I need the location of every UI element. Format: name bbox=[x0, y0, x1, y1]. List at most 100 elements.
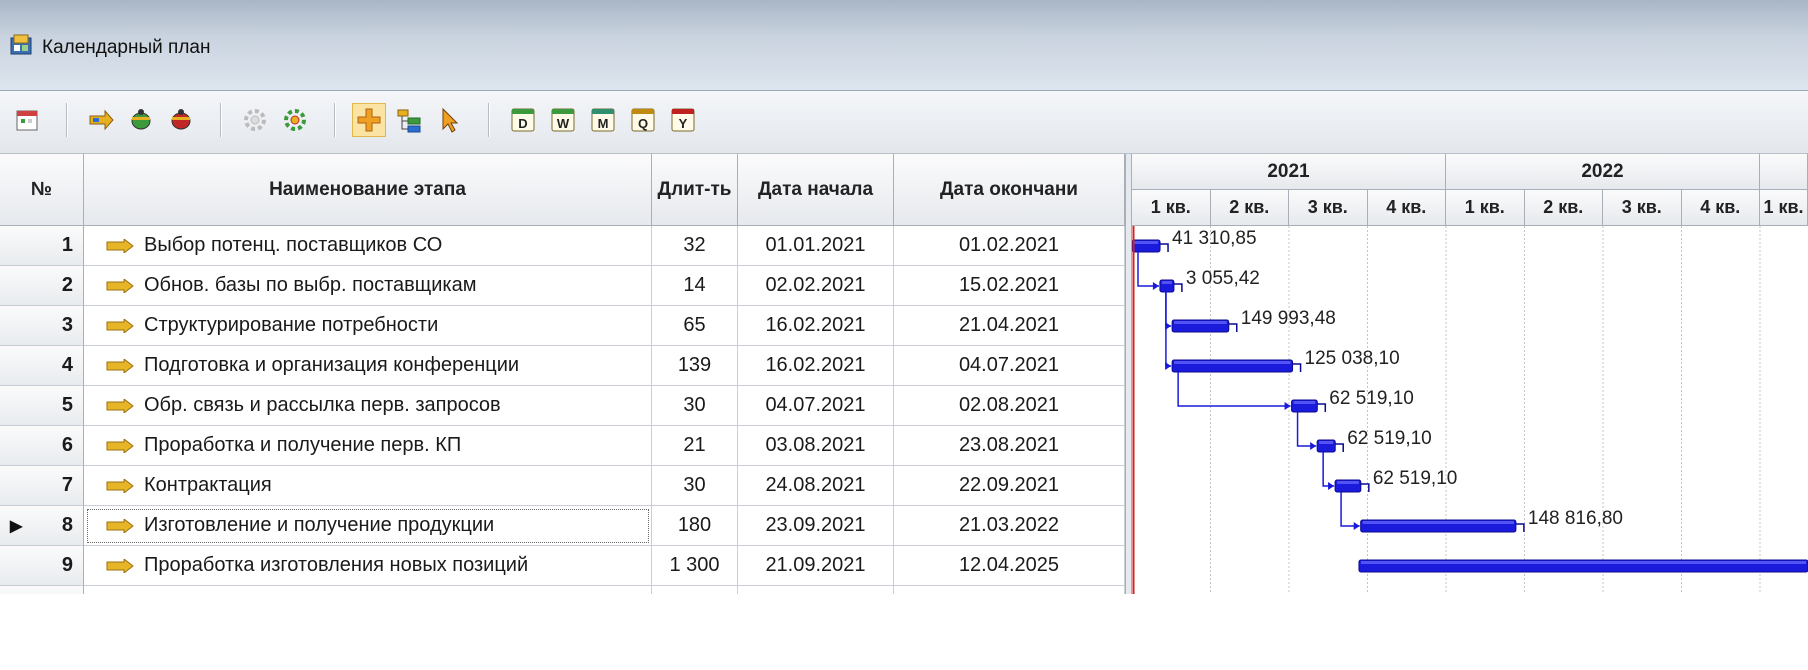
cell-end[interactable]: 22.09.2021 bbox=[894, 466, 1125, 506]
cell-name[interactable]: Структурирование потребности bbox=[84, 306, 652, 346]
cell-name[interactable]: Выбор потенц. поставщиков СО bbox=[84, 226, 652, 266]
cell-num[interactable]: 4 bbox=[0, 346, 84, 386]
stage-arrow-icon bbox=[106, 238, 134, 253]
stage-arrow-icon bbox=[106, 398, 134, 413]
stage-arrow-icon bbox=[106, 318, 134, 333]
calendar-button[interactable] bbox=[10, 103, 44, 137]
table-row[interactable]: ▶ 8 Изготовление и получение продукции 180 2… bbox=[0, 506, 1125, 546]
cell-num[interactable]: ▶ 8 bbox=[0, 506, 84, 546]
quarter-scale-button[interactable]: Q bbox=[626, 103, 660, 137]
cell-end[interactable]: 12.04.2025 bbox=[894, 546, 1125, 586]
gear-colored-button[interactable] bbox=[278, 103, 312, 137]
cell-num[interactable]: 5 bbox=[0, 386, 84, 426]
cell-start[interactable]: 24.08.2021 bbox=[738, 466, 894, 506]
cell-duration[interactable]: 30 bbox=[652, 466, 738, 506]
table-row[interactable]: 9 Проработка изготовления новых позиций 1 … bbox=[0, 546, 1125, 586]
year-scale-button[interactable]: Y bbox=[666, 103, 700, 137]
cell-start[interactable]: 02.02.2021 bbox=[738, 266, 894, 306]
cell-start[interactable]: 16.02.2021 bbox=[738, 306, 894, 346]
toolbar-separator bbox=[334, 103, 336, 137]
gear-disabled-button[interactable] bbox=[238, 103, 272, 137]
cell-start[interactable]: 21.09.2021 bbox=[738, 546, 894, 586]
bar-cost-label: 62 519,10 bbox=[1347, 428, 1432, 449]
table-row[interactable]: 4 Подготовка и организация конференции 139… bbox=[0, 346, 1125, 386]
cell-duration[interactable]: 32 bbox=[652, 226, 738, 266]
cell-name[interactable]: Подготовка и организация конференции bbox=[84, 346, 652, 386]
cell-end[interactable]: 21.04.2021 bbox=[894, 306, 1125, 346]
title-bar: Календарный план bbox=[0, 0, 1808, 91]
cell-start[interactable]: 03.08.2021 bbox=[738, 426, 894, 466]
cell-name[interactable]: Проработка изготовления новых позиций bbox=[84, 546, 652, 586]
table-row[interactable]: 5 Обр. связь и рассылка перв. запросов 30 0… bbox=[0, 386, 1125, 426]
cell-name[interactable]: Изготовление и получение продукции bbox=[84, 506, 652, 546]
cell-num-text: 7 bbox=[61, 474, 73, 496]
cell-duration[interactable]: 180 bbox=[652, 506, 738, 546]
table-row[interactable]: 2 Обнов. базы по выбр. поставщикам 14 02.02… bbox=[0, 266, 1125, 306]
month-scale-button[interactable]: M bbox=[586, 103, 620, 137]
cell-end[interactable]: 02.08.2021 bbox=[894, 386, 1125, 426]
cell-num[interactable]: 9 bbox=[0, 546, 84, 586]
header-duration[interactable]: Длит-ть bbox=[652, 154, 738, 226]
cell-end[interactable]: 01.02.2021 bbox=[894, 226, 1125, 266]
cell-duration[interactable]: 14 bbox=[652, 266, 738, 306]
cell-name[interactable]: Контрактация bbox=[84, 466, 652, 506]
header-end[interactable]: Дата окончани bbox=[894, 154, 1125, 226]
cell-end[interactable]: 23.08.2021 bbox=[894, 426, 1125, 466]
gantt-bar-highlight bbox=[1362, 521, 1514, 524]
hierarchy-button[interactable] bbox=[392, 103, 426, 137]
add-stage-button[interactable] bbox=[84, 103, 118, 137]
cursor-button[interactable] bbox=[432, 103, 466, 137]
cell-name[interactable]: Обр. связь и рассылка перв. запросов bbox=[84, 386, 652, 426]
bar-end-tick bbox=[1317, 403, 1327, 412]
bug-green-button[interactable] bbox=[124, 103, 158, 137]
header-start[interactable]: Дата начала bbox=[738, 154, 894, 226]
cell-name-text: Изготовление и получение продукции bbox=[144, 514, 495, 536]
cell-duration[interactable]: 139 bbox=[652, 346, 738, 386]
bug-red-button[interactable] bbox=[164, 103, 198, 137]
cell-start[interactable]: 16.02.2021 bbox=[738, 346, 894, 386]
stage-arrow-icon bbox=[106, 478, 134, 493]
bar-cost-label: 149 993,48 bbox=[1241, 308, 1336, 329]
cell-end[interactable]: 04.07.2021 bbox=[894, 346, 1125, 386]
header-num[interactable]: № bbox=[0, 154, 84, 226]
cursor-icon bbox=[442, 107, 459, 133]
cell-end-text: 15.02.2021 bbox=[958, 274, 1060, 296]
cell-num[interactable]: 2 bbox=[0, 266, 84, 306]
cell-duration-text: 14 bbox=[683, 274, 706, 296]
cell-name[interactable]: Проработка и получение перв. КП bbox=[84, 426, 652, 466]
cell-num[interactable]: 7 bbox=[0, 466, 84, 506]
svg-text:Q: Q bbox=[638, 116, 648, 131]
cell-start[interactable]: 01.01.2021 bbox=[738, 226, 894, 266]
cell-num-text: 1 bbox=[61, 234, 73, 256]
cell-start-text: 01.01.2021 bbox=[765, 234, 866, 256]
dependency-arrow-icon bbox=[1152, 282, 1159, 290]
header-name[interactable]: Наименование этапа bbox=[84, 154, 652, 226]
cell-num[interactable]: 1 bbox=[0, 226, 84, 266]
hierarchy-icon bbox=[397, 109, 421, 133]
plus-button[interactable] bbox=[352, 103, 386, 137]
week-scale-button[interactable]: W bbox=[546, 103, 580, 137]
svg-text:Y: Y bbox=[679, 116, 688, 131]
cell-end[interactable]: 15.02.2021 bbox=[894, 266, 1125, 306]
cell-duration[interactable]: 30 bbox=[652, 386, 738, 426]
table-row[interactable]: 6 Проработка и получение перв. КП 21 03.08.… bbox=[0, 426, 1125, 466]
cell-num[interactable]: 3 bbox=[0, 306, 84, 346]
gear-disabled-icon bbox=[244, 109, 266, 131]
row-pointer-icon: ▶ bbox=[10, 517, 23, 535]
cell-duration[interactable]: 1 300 bbox=[652, 546, 738, 586]
table-row[interactable]: 3 Структурирование потребности 65 16.02.202… bbox=[0, 306, 1125, 346]
cell-duration[interactable]: 21 bbox=[652, 426, 738, 466]
cell-duration[interactable]: 65 bbox=[652, 306, 738, 346]
splitter[interactable] bbox=[1125, 154, 1132, 670]
cell-num[interactable]: 6 bbox=[0, 426, 84, 466]
cell-end-text: 04.07.2021 bbox=[958, 354, 1060, 376]
cell-name[interactable]: Обнов. базы по выбр. поставщикам bbox=[84, 266, 652, 306]
dependency-link bbox=[1165, 292, 1172, 327]
day-scale-button[interactable]: D bbox=[506, 103, 540, 137]
cell-start[interactable]: 23.09.2021 bbox=[738, 506, 894, 546]
table-row[interactable]: 1 Выбор потенц. поставщиков СО 32 01.01.202… bbox=[0, 226, 1125, 266]
table-row[interactable]: 7 Контрактация 30 24.08.2021 22.09.2021 bbox=[0, 466, 1125, 506]
cell-start[interactable]: 04.07.2021 bbox=[738, 386, 894, 426]
cell-end[interactable]: 21.03.2022 bbox=[894, 506, 1125, 546]
dependency-arrow-icon bbox=[1165, 362, 1172, 370]
